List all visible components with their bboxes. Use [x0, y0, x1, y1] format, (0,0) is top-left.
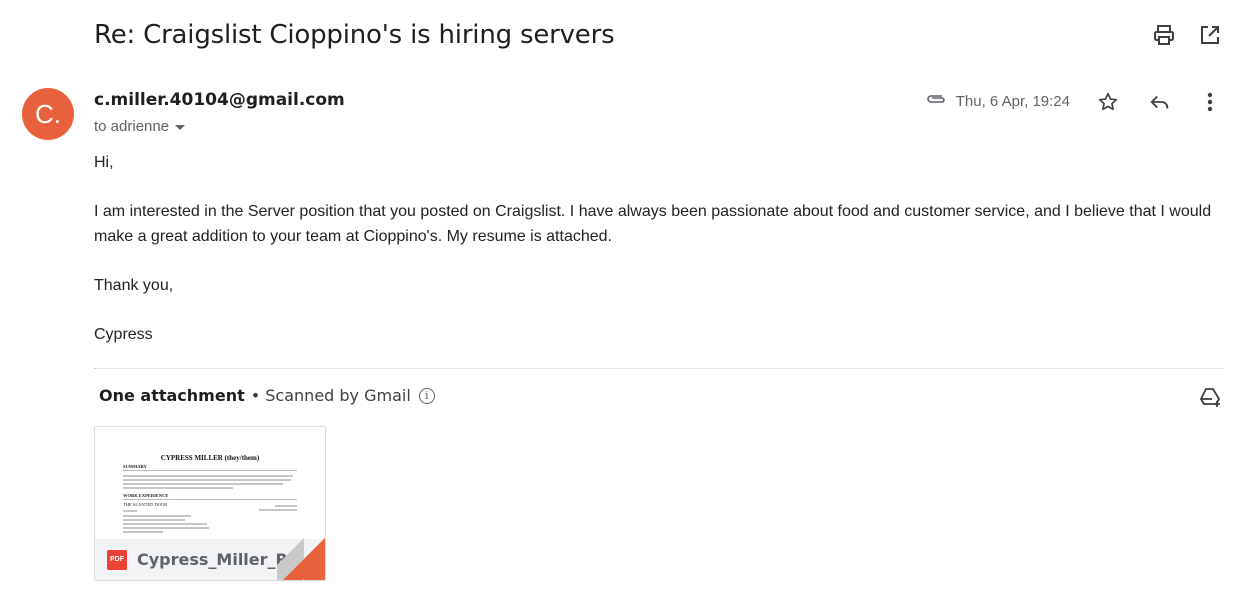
chevron-down-icon — [175, 125, 186, 130]
preview-rule — [123, 470, 297, 471]
preview-section: THE SLANTED DOOR — [123, 502, 168, 507]
preview-text-line — [123, 527, 209, 529]
pdf-icon: PDF — [107, 549, 127, 570]
attachments-header: One attachment • Scanned by Gmail i — [99, 386, 435, 405]
preview-text-line — [123, 523, 207, 525]
attachment-preview: CYPRESS MILLER (they/them) SUMMARY WORK … — [95, 427, 325, 539]
preview-text-line — [123, 487, 233, 489]
reply-icon[interactable] — [1146, 88, 1174, 116]
email-meta: Thu, 6 Apr, 19:24 — [924, 92, 1070, 110]
preview-text-line — [123, 479, 291, 481]
signature: Cypress — [94, 326, 153, 343]
sender-email[interactable]: c.miller.40104@gmail.com — [94, 90, 345, 110]
avatar[interactable]: C. — [22, 88, 74, 140]
star-icon[interactable] — [1094, 88, 1122, 116]
open-in-new-icon[interactable] — [1196, 21, 1224, 49]
info-icon[interactable]: i — [418, 387, 435, 404]
preview-text-line — [259, 509, 297, 511]
attachments-divider — [94, 368, 1224, 369]
preview-section: SUMMARY — [123, 464, 147, 469]
email-body: Hi, I am interested in the Server positi… — [94, 150, 1224, 371]
preview-text-line — [123, 475, 293, 477]
closing: Thank you, — [94, 277, 174, 294]
email-subject: Re: Craigslist Cioppino's is hiring serv… — [94, 20, 615, 50]
preview-text-line — [123, 515, 191, 517]
preview-text-line — [123, 531, 163, 533]
preview-rule — [123, 499, 297, 500]
scanned-label: • Scanned by Gmail — [250, 386, 411, 405]
print-icon[interactable] — [1150, 21, 1178, 49]
attachment-count: One attachment — [99, 386, 245, 405]
preview-text-line — [123, 483, 283, 485]
preview-text-line — [123, 519, 185, 521]
add-to-drive-icon[interactable] — [1196, 384, 1224, 412]
recipient-label: to adrienne — [94, 118, 170, 135]
recipient-details-toggle[interactable]: to adrienne — [94, 118, 186, 135]
preview-section: WORK EXPERIENCE — [123, 493, 169, 498]
preview-text-line — [123, 510, 137, 512]
greeting: Hi, — [94, 154, 114, 171]
folded-corner-icon — [277, 538, 325, 580]
paperclip-icon — [924, 92, 948, 110]
attachment-card[interactable]: CYPRESS MILLER (they/them) SUMMARY WORK … — [94, 426, 326, 581]
preview-text-line — [275, 505, 297, 507]
body-paragraph: I am interested in the Server position t… — [94, 203, 1212, 245]
more-vert-icon[interactable] — [1196, 88, 1224, 116]
preview-title: CYPRESS MILLER (they/them) — [160, 454, 260, 462]
email-date: Thu, 6 Apr, 19:24 — [955, 92, 1070, 110]
